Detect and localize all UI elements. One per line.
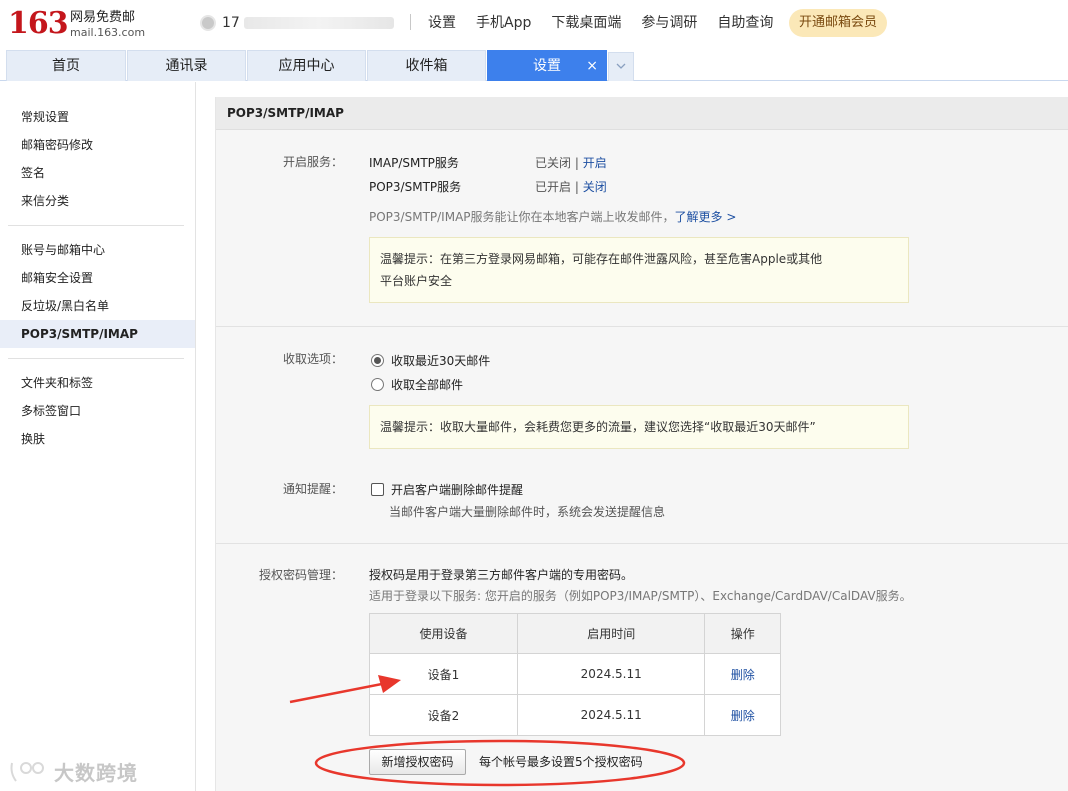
- close-icon[interactable]: ×: [586, 51, 598, 81]
- tab-label: 首页: [52, 58, 80, 74]
- table-row: 设备1 2024.5.11 删除: [369, 653, 781, 695]
- tab-settings[interactable]: 设置 ×: [487, 50, 607, 81]
- auth-code-scope: 适用于登录以下服务: 您开启的服务（例如POP3/IMAP/SMTP）、Exch…: [369, 589, 912, 603]
- action-cell: 删除: [704, 653, 781, 695]
- chevron-down-icon[interactable]: [608, 52, 634, 81]
- time-cell: 2024.5.11: [516, 653, 706, 695]
- table-header-row: 使用设备 启用时间 操作: [369, 613, 781, 654]
- sidebar-item-signature[interactable]: 签名: [0, 159, 195, 187]
- action-cell: 删除: [704, 694, 781, 736]
- logo-number: 163: [8, 6, 69, 41]
- header-divider: [410, 14, 411, 30]
- sidebar-item-skin[interactable]: 换肤: [0, 425, 195, 453]
- table-row: 设备2 2024.5.11 删除: [369, 694, 781, 736]
- sidebar-divider: [8, 225, 184, 226]
- tip-line: 平台账户安全: [380, 274, 453, 288]
- redacted-email: [243, 17, 394, 29]
- imap-enable-link[interactable]: 开启: [583, 156, 607, 170]
- learn-more-link[interactable]: 了解更多 >: [675, 210, 737, 224]
- services-label: 开启服务：: [282, 155, 343, 169]
- delete-link[interactable]: 删除: [731, 668, 755, 682]
- section-divider: [216, 543, 1068, 544]
- tab-inbox[interactable]: 收件箱: [367, 50, 486, 81]
- panel-title: POP3/SMTP/IMAP: [216, 97, 1068, 130]
- user-name: 17: [222, 15, 240, 31]
- radio-recent-30-days[interactable]: [371, 354, 384, 367]
- topnav-download-desktop[interactable]: 下载桌面端: [551, 12, 621, 34]
- auth-code-label: 授权密码管理：: [258, 568, 343, 582]
- pop3-disable-link[interactable]: 关闭: [583, 180, 607, 194]
- topnav-mobile-app[interactable]: 手机App: [476, 12, 531, 34]
- add-auth-code-button[interactable]: 新增授权密码: [369, 749, 466, 775]
- imap-service-name: IMAP/SMTP服务: [369, 156, 459, 170]
- sidebar-item-folders[interactable]: 文件夹和标签: [0, 369, 195, 397]
- pop3-service-name: POP3/SMTP服务: [369, 180, 462, 194]
- topnav-survey[interactable]: 参与调研: [641, 12, 697, 34]
- separator: |: [574, 180, 579, 194]
- auth-code-desc: 授权码是用于登录第三方邮件客户端的专用密码。: [369, 568, 634, 582]
- watermark-text: 大数跨境: [54, 761, 138, 785]
- column-header: 使用设备: [369, 613, 518, 654]
- device-cell: 设备1: [369, 653, 518, 695]
- delete-alert-checkbox[interactable]: [371, 483, 384, 496]
- logo-name: 网易免费邮: [70, 10, 136, 25]
- sidebar-item-password[interactable]: 邮箱密码修改: [0, 131, 195, 159]
- tab-label: 收件箱: [405, 58, 448, 74]
- tab-home[interactable]: 首页: [6, 50, 126, 81]
- imap-status: 已关闭: [535, 156, 572, 170]
- watermark: 大数跨境: [8, 757, 138, 786]
- imap-service-status: 已关闭 | 开启: [535, 154, 607, 172]
- column-header: 操作: [704, 613, 781, 654]
- delete-link[interactable]: 删除: [731, 709, 755, 723]
- tab-label: 通讯录: [165, 58, 208, 74]
- settings-panel: POP3/SMTP/IMAP 开启服务： IMAP/SMTP服务 已关闭 | 开…: [215, 97, 1068, 791]
- auth-limit-note: 每个帐号最多设置5个授权密码: [479, 755, 643, 769]
- sidebar-item-mail-rules[interactable]: 来信分类: [0, 187, 195, 215]
- time-cell: 2024.5.11: [516, 694, 706, 736]
- fetch-options-label: 收取选项：: [282, 352, 343, 366]
- auth-code-table: 使用设备 启用时间 操作 设备1 2024.5.11 删除 设备2 2024.5…: [369, 613, 781, 736]
- notify-label: 通知提醒：: [282, 482, 343, 496]
- user-account[interactable]: 17: [200, 14, 394, 32]
- radio-all-mail[interactable]: [371, 378, 384, 391]
- traffic-tip: 温馨提示：收取大量邮件，会耗费您更多的流量，建议您选择“收取最近30天邮件”: [369, 405, 909, 449]
- tip-line: 温馨提示：在第三方登录网易邮箱，可能存在邮件泄露风险，甚至危害Apple或其他: [380, 252, 823, 266]
- radio-label: 收取全部邮件: [391, 378, 464, 392]
- settings-sidebar: 常规设置 邮箱密码修改 签名 来信分类 账号与邮箱中心 邮箱安全设置 反垃圾/黑…: [0, 82, 196, 791]
- tab-label: 设置: [533, 58, 561, 74]
- separator: |: [574, 156, 579, 170]
- tab-label: 应用中心: [278, 58, 335, 74]
- column-header: 启用时间: [516, 613, 706, 654]
- tab-bar: 首页 通讯录 应用中心 收件箱 设置 ×: [0, 50, 1068, 81]
- tip-line: 温馨提示：收取大量邮件，会耗费您更多的流量，建议您选择“收取最近30天邮件”: [380, 420, 816, 434]
- sidebar-divider: [8, 358, 184, 359]
- top-nav: 设置 手机App 下载桌面端 参与调研 自助查询: [428, 12, 793, 34]
- logo-domain: mail.163.com: [70, 26, 146, 39]
- tab-contacts[interactable]: 通讯录: [127, 50, 246, 81]
- pop3-status: 已开启: [535, 180, 572, 194]
- checkbox-label: 开启客户端删除邮件提醒: [391, 483, 524, 497]
- device-cell: 设备2: [369, 694, 518, 736]
- topnav-settings[interactable]: 设置: [428, 12, 456, 34]
- pop3-service-status: 已开启 | 关闭: [535, 178, 607, 196]
- watermark-logo-icon: [10, 761, 44, 782]
- topnav-self-service[interactable]: 自助查询: [717, 12, 773, 34]
- sidebar-item-spam[interactable]: 反垃圾/黑白名单: [0, 292, 195, 320]
- radio-label: 收取最近30天邮件: [391, 354, 491, 368]
- security-tip: 温馨提示：在第三方登录网易邮箱，可能存在邮件泄露风险，甚至危害Apple或其他 …: [369, 237, 909, 303]
- services-desc: POP3/SMTP/IMAP服务能让你在本地客户端上收发邮件，了解更多 >: [369, 208, 736, 226]
- sidebar-item-general[interactable]: 常规设置: [0, 103, 195, 131]
- services-desc-text: POP3/SMTP/IMAP服务能让你在本地客户端上收发邮件，: [369, 210, 675, 224]
- section-divider: [216, 326, 1068, 327]
- sidebar-item-security[interactable]: 邮箱安全设置: [0, 264, 195, 292]
- user-avatar-icon: [200, 15, 216, 31]
- vip-button[interactable]: 开通邮箱会员: [789, 9, 888, 37]
- tab-app-center[interactable]: 应用中心: [247, 50, 366, 81]
- notify-desc: 当邮件客户端大量删除邮件时，系统会发送提醒信息: [389, 505, 666, 519]
- sidebar-item-pop3[interactable]: POP3/SMTP/IMAP: [0, 320, 195, 348]
- sidebar-item-multi-tab[interactable]: 多标签窗口: [0, 397, 195, 425]
- sidebar-item-account-center[interactable]: 账号与邮箱中心: [0, 236, 195, 264]
- logo[interactable]: 163 网易免费邮 mail.163.com: [8, 6, 148, 42]
